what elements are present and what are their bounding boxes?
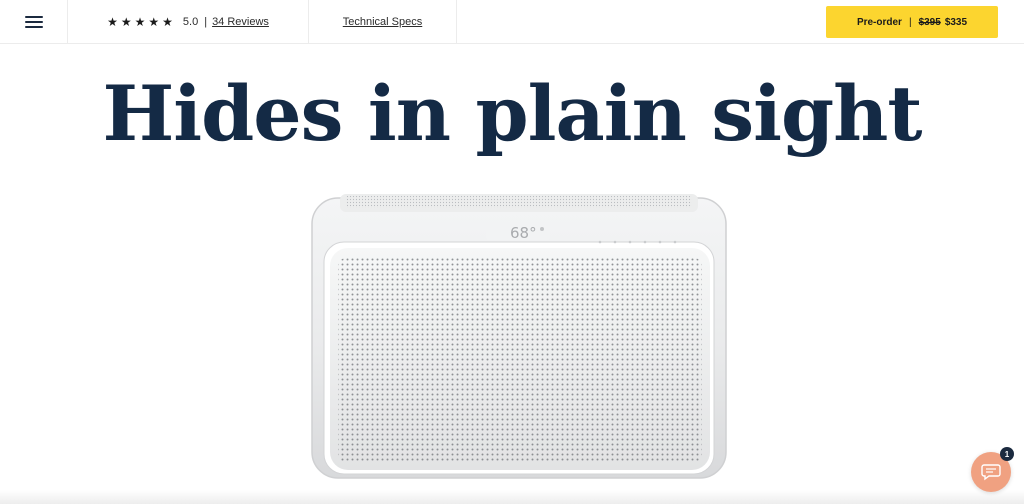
hamburger-menu-icon <box>24 16 43 28</box>
window-air-conditioner-illustration: 68° <box>311 194 727 479</box>
chat-notification-badge: 1 <box>1000 447 1014 461</box>
hero-headline: Hides in plain sight <box>102 69 922 158</box>
star-rating: ★ ★ ★ ★ ★ <box>107 16 173 28</box>
bottom-fade <box>0 490 1024 504</box>
rating-value: 5.0 <box>182 16 199 28</box>
top-navigation-bar: ★ ★ ★ ★ ★ 5.0 | 34 Reviews Technical Spe… <box>0 0 1024 44</box>
star-icon: ★ <box>162 15 173 29</box>
temperature-readout: 68° <box>510 224 537 242</box>
star-icon: ★ <box>134 15 146 29</box>
temperature-display: 68° <box>486 224 550 242</box>
rating-divider: | <box>204 16 208 28</box>
star-icon: ★ <box>107 15 118 29</box>
sale-price: $335 <box>944 16 968 28</box>
technical-specs-link[interactable]: Technical Specs <box>343 16 423 28</box>
rating-summary: ★ ★ ★ ★ ★ 5.0 | 34 Reviews <box>68 0 308 44</box>
star-icon: ★ <box>148 15 160 29</box>
preorder-divider: | <box>908 16 912 28</box>
original-price: $395 <box>918 16 941 28</box>
reviews-link[interactable]: 34 Reviews <box>212 16 269 28</box>
menu-button[interactable] <box>0 0 67 44</box>
preorder-button[interactable]: Pre-order | $395 $335 <box>826 6 998 38</box>
preorder-label: Pre-order <box>856 16 902 28</box>
chat-bubble-icon <box>981 464 1001 481</box>
product-image: 68° <box>310 192 728 480</box>
nav-divider <box>456 0 457 44</box>
star-icon: ★ <box>120 15 132 29</box>
technical-specs-cell: Technical Specs <box>309 0 456 44</box>
